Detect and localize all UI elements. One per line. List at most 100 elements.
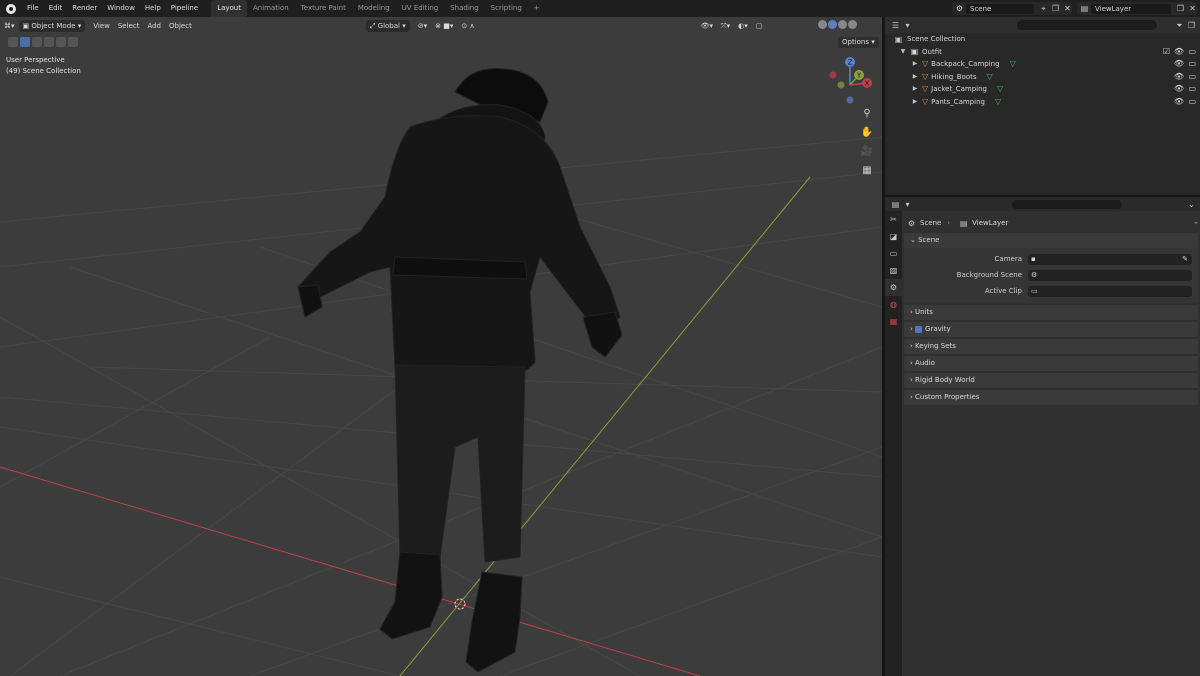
tab-output-icon[interactable]: ▭ xyxy=(885,245,902,262)
tab-uv-editing[interactable]: UV Editing xyxy=(396,0,445,17)
render-camera-icon[interactable]: ▭ xyxy=(1188,96,1196,109)
select-tool-icon[interactable] xyxy=(8,37,18,47)
viewport-menu-select[interactable]: Select xyxy=(114,20,144,32)
expand-arrow-icon[interactable]: ▶ xyxy=(911,96,919,109)
pivot-icon[interactable]: ⊘▾ xyxy=(414,20,431,32)
tab-scene-icon[interactable]: ⚙ xyxy=(885,279,902,296)
gizmo-neg-z-axis[interactable] xyxy=(846,96,854,104)
visibility-eye-icon[interactable]: 👁 xyxy=(1174,58,1184,71)
outliner-row-backpack[interactable]: ▶ ▽ Backpack_Camping ▽ 👁 ▭ xyxy=(885,58,1200,71)
3d-viewport[interactable]: ⌘▾ ▣ Object Mode ▾ View Select Add Objec… xyxy=(0,17,882,676)
expand-arrow-icon[interactable]: ▼ xyxy=(899,46,907,59)
select-new-icon[interactable] xyxy=(20,37,30,47)
properties-search-input[interactable] xyxy=(1012,199,1122,209)
exclude-checkbox-icon[interactable]: ☑ xyxy=(1163,46,1170,59)
expand-arrow-icon[interactable]: ▶ xyxy=(911,71,919,84)
editor-dropdown-icon[interactable]: ▾ xyxy=(903,200,912,209)
render-camera-icon[interactable]: ▭ xyxy=(1188,71,1196,84)
pin-icon[interactable]: ⌖ xyxy=(1039,4,1048,13)
solid-shading-icon[interactable] xyxy=(828,20,837,29)
render-camera-icon[interactable]: ▭ xyxy=(1188,46,1196,59)
copy-scene-icon[interactable]: ❐ xyxy=(1051,4,1060,13)
select-subtract-icon[interactable] xyxy=(44,37,54,47)
visibility-eye-icon[interactable]: 👁 xyxy=(1174,46,1184,59)
viewport-menu-view[interactable]: View xyxy=(89,20,114,32)
visibility-eye-icon[interactable]: 👁 xyxy=(1174,96,1184,109)
menu-help[interactable]: Help xyxy=(140,0,166,17)
wireframe-shading-icon[interactable] xyxy=(818,20,827,29)
gizmo-neg-y-axis[interactable] xyxy=(837,81,845,89)
eyedropper-icon[interactable]: ✎ xyxy=(1182,255,1188,263)
scene-panel-header[interactable]: ⌄ Scene xyxy=(904,233,1198,248)
expand-arrow-icon[interactable]: ▶ xyxy=(911,58,919,71)
new-collection-icon[interactable]: ❐ xyxy=(1187,21,1196,30)
menu-pipeline[interactable]: Pipeline xyxy=(166,0,203,17)
orientation-selector[interactable]: ⤢ Global ▾ xyxy=(365,19,410,32)
snap-icon[interactable]: ⊗ ■▾ xyxy=(431,20,457,32)
gizmo-neg-x-axis[interactable] xyxy=(829,71,837,79)
outliner-row-boots[interactable]: ▶ ▽ Hiking_Boots ▽ 👁 ▭ xyxy=(885,71,1200,84)
editor-type-icon[interactable]: ⌘▾ xyxy=(0,20,19,32)
tab-modeling[interactable]: Modeling xyxy=(352,0,396,17)
xray-toggle-icon[interactable]: ▢ xyxy=(752,20,767,32)
gravity-panel-header[interactable]: › Gravity xyxy=(904,322,1198,337)
delete-view-layer-icon[interactable]: ✕ xyxy=(1188,4,1197,13)
pin-icon[interactable]: ⌖ xyxy=(1194,219,1198,228)
rigid-body-world-panel-header[interactable]: › Rigid Body World xyxy=(904,373,1198,388)
audio-panel-header[interactable]: › Audio xyxy=(904,356,1198,371)
camera-view-icon[interactable]: 🎥 xyxy=(858,145,876,158)
rendered-shading-icon[interactable] xyxy=(848,20,857,29)
properties-editor-icon[interactable]: ▤ xyxy=(891,200,900,209)
copy-view-layer-icon[interactable]: ❐ xyxy=(1176,4,1185,13)
add-workspace-button[interactable]: + xyxy=(528,0,546,17)
material-shading-icon[interactable] xyxy=(838,20,847,29)
gizmo-toggle-icon[interactable]: ⤧▾ xyxy=(717,20,734,32)
tab-tool-icon[interactable]: ✂ xyxy=(885,211,902,228)
pan-hand-icon[interactable]: ✋ xyxy=(858,126,876,139)
outliner-row-pants[interactable]: ▶ ▽ Pants_Camping ▽ 👁 ▭ xyxy=(885,96,1200,109)
overlay-toggle-icon[interactable]: ◐▾ xyxy=(734,20,752,32)
tab-world-icon[interactable]: ◍ xyxy=(885,296,902,313)
render-camera-icon[interactable]: ▭ xyxy=(1188,83,1196,96)
render-camera-icon[interactable]: ▭ xyxy=(1188,58,1196,71)
scene-name-field[interactable]: Scene xyxy=(966,3,1034,14)
custom-properties-panel-header[interactable]: › Custom Properties xyxy=(904,390,1198,405)
visibility-eye-icon[interactable]: 👁 xyxy=(1174,71,1184,84)
select-invert-icon[interactable] xyxy=(56,37,66,47)
keying-sets-panel-header[interactable]: › Keying Sets xyxy=(904,339,1198,354)
outliner-row-scene-collection[interactable]: ▣ Scene Collection xyxy=(885,33,1200,46)
units-panel-header[interactable]: › Units xyxy=(904,305,1198,320)
view-layer-selector[interactable]: ▤ ViewLayer ❐ ✕ xyxy=(1077,2,1197,15)
tab-shading[interactable]: Shading xyxy=(444,0,484,17)
tab-layout[interactable]: Layout xyxy=(211,0,247,17)
blender-logo-icon[interactable] xyxy=(6,3,16,14)
display-mode-icon[interactable]: ▾ xyxy=(903,21,912,30)
tab-animation[interactable]: Animation xyxy=(247,0,295,17)
gravity-checkbox[interactable] xyxy=(915,325,923,333)
tab-render-icon[interactable]: ◪ xyxy=(885,228,902,245)
proportional-edit-icon[interactable]: ⊙ ∧ xyxy=(457,20,478,32)
tab-texture-paint[interactable]: Texture Paint xyxy=(295,0,352,17)
delete-scene-icon[interactable]: ✕ xyxy=(1063,4,1072,13)
menu-edit[interactable]: Edit xyxy=(44,0,68,17)
view-layer-name-field[interactable]: ViewLayer xyxy=(1091,3,1171,14)
outfit-model[interactable] xyxy=(297,67,623,673)
menu-window[interactable]: Window xyxy=(102,0,140,17)
filter-icon[interactable]: ⏷ xyxy=(1175,21,1184,30)
camera-field[interactable]: ▪ ✎ xyxy=(1028,253,1192,265)
viewport-menu-object[interactable]: Object xyxy=(165,20,196,32)
select-extend-icon[interactable] xyxy=(32,37,42,47)
tab-view-layer-icon[interactable]: ▨ xyxy=(885,262,902,279)
tab-scripting[interactable]: Scripting xyxy=(485,0,528,17)
tab-texture-icon[interactable]: ▦ xyxy=(885,313,902,330)
visibility-icon[interactable]: 👁▾ xyxy=(697,20,717,32)
scene-selector[interactable]: ⚙ Scene ⌖ ❐ ✕ xyxy=(952,2,1072,15)
visibility-eye-icon[interactable]: 👁 xyxy=(1174,83,1184,96)
outliner-editor-icon[interactable]: ☰ xyxy=(891,21,900,30)
outliner-row-jacket[interactable]: ▶ ▽ Jacket_Camping ▽ 👁 ▭ xyxy=(885,83,1200,96)
properties-options-icon[interactable]: ⌄ xyxy=(1187,200,1196,209)
viewport-menu-add[interactable]: Add xyxy=(143,20,165,32)
background-scene-field[interactable]: ⚙ xyxy=(1028,269,1192,281)
options-button[interactable]: Options ▾ xyxy=(838,37,879,48)
expand-arrow-icon[interactable]: ▶ xyxy=(911,83,919,96)
